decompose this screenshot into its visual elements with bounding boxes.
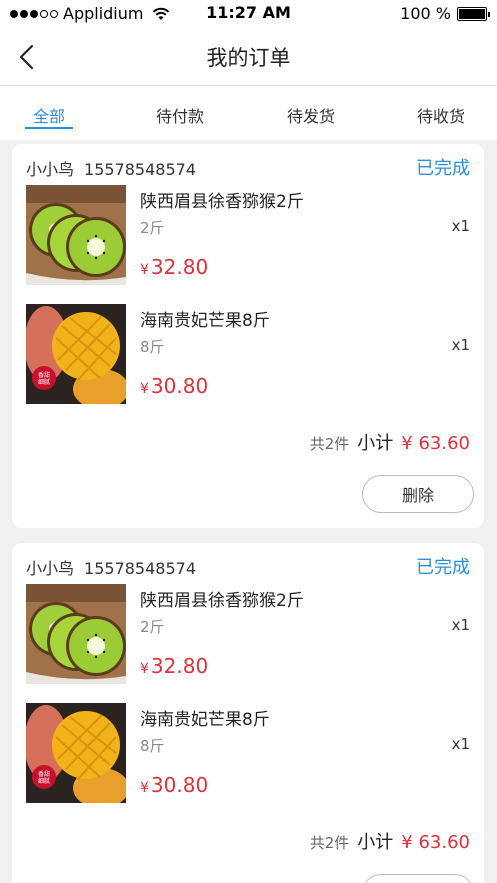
customer-name: 小小鸟	[26, 160, 75, 179]
product-price: ¥30.80	[140, 773, 208, 797]
currency-symbol: ¥	[140, 661, 149, 677]
tab-pending-receipt[interactable]: 待收货	[417, 103, 465, 127]
order-card: 小小鸟 15578548574 已完成 陕西眉县徐香猕猴2斤 2斤 x1 ¥ 3…	[12, 144, 484, 528]
product-spec: 2斤	[140, 618, 165, 636]
battery-percent: 100 %	[400, 4, 451, 23]
customer-phone: 15578548574	[84, 160, 196, 179]
product-spec: 2斤	[140, 219, 165, 237]
page-title: 我的订单	[206, 46, 291, 70]
subtotal-value: ¥ 63.60	[401, 832, 470, 853]
kiwi-image	[26, 584, 126, 684]
currency-symbol: ¥	[140, 780, 149, 796]
order-summary: 共2件 小计 ¥ 63.60	[310, 828, 470, 854]
battery-status: 100 %	[400, 4, 490, 23]
product-quantity: x1	[451, 616, 470, 634]
order-tabs: 全部 待付款 待发货 待收货	[0, 86, 497, 140]
tab-pending-shipment[interactable]: 待发货	[287, 103, 335, 127]
delete-button[interactable]: 删除	[362, 874, 474, 883]
price-value: 30.80	[150, 773, 209, 797]
currency-symbol: ¥	[140, 381, 149, 397]
subtotal-value: ¥ 63.60	[401, 433, 470, 454]
price-value: 32.80	[150, 654, 209, 678]
product-quantity: x1	[451, 336, 470, 354]
price-value: 30.80	[150, 374, 209, 398]
item-count: 共2件	[309, 834, 350, 852]
mango-image: 香甜 细腻	[26, 703, 126, 803]
order-item[interactable]: 陕西眉县徐香猕猴2斤 2斤 x1 ¥32.80	[26, 584, 470, 686]
product-quantity: x1	[451, 735, 470, 753]
order-item[interactable]: 香甜 细腻 海南贵妃芒果8斤 8斤 x1 ¥30.80	[26, 304, 470, 406]
customer-phone: 15578548574	[84, 559, 196, 578]
tab-all[interactable]: 全部	[33, 103, 65, 127]
product-name: 陕西眉县徐香猕猴2斤	[140, 591, 304, 611]
item-count: 共2件	[309, 435, 350, 453]
subtotal-label: 小计	[357, 433, 394, 454]
customer-name: 小小鸟	[26, 559, 75, 578]
product-spec: 8斤	[140, 338, 165, 356]
order-item[interactable]: 香甜 细腻 海南贵妃芒果8斤 8斤 x1 ¥30.80	[26, 703, 470, 805]
currency-symbol: ¥	[140, 262, 149, 278]
order-status: 已完成	[416, 557, 470, 578]
badge-line-2: 细腻	[38, 777, 50, 785]
product-quantity: x1	[451, 217, 470, 235]
product-spec: 8斤	[140, 737, 165, 755]
navigation-bar: 我的订单	[0, 28, 497, 86]
product-price: ¥32.80	[140, 654, 208, 678]
order-status: 已完成	[416, 158, 470, 179]
order-summary: 共2件 小计 ¥ 63.60	[310, 429, 470, 455]
product-name: 海南贵妃芒果8斤	[140, 710, 270, 730]
battery-icon	[457, 6, 490, 21]
badge-line-2: 细腻	[38, 378, 50, 386]
delete-button[interactable]: 删除	[362, 475, 474, 513]
active-tab-indicator	[25, 127, 73, 129]
badge-line-1: 香甜	[38, 770, 50, 778]
product-price: ¥30.80	[140, 374, 208, 398]
mango-image: 香甜 细腻	[26, 304, 126, 404]
kiwi-image	[26, 185, 126, 285]
product-name: 陕西眉县徐香猕猴2斤	[140, 192, 304, 212]
subtotal-label: 小计	[357, 832, 394, 853]
badge-line-1: 香甜	[38, 371, 50, 379]
price-value: 32.80	[150, 255, 209, 279]
product-price: ¥32.80	[140, 255, 208, 279]
tab-pending-payment[interactable]: 待付款	[156, 103, 204, 127]
status-bar: Applidium 11:27 AM 100 %	[0, 0, 497, 28]
order-header: 小小鸟 15578548574	[26, 156, 196, 180]
order-item[interactable]: 陕西眉县徐香猕猴2斤 2斤 x1 ¥32.80	[26, 185, 470, 287]
order-header: 小小鸟 15578548574	[26, 555, 196, 579]
product-name: 海南贵妃芒果8斤	[140, 311, 270, 331]
order-card: 小小鸟 15578548574 已完成 陕西眉县徐香猕猴2斤 2斤 x1 ¥ 3…	[12, 543, 484, 883]
